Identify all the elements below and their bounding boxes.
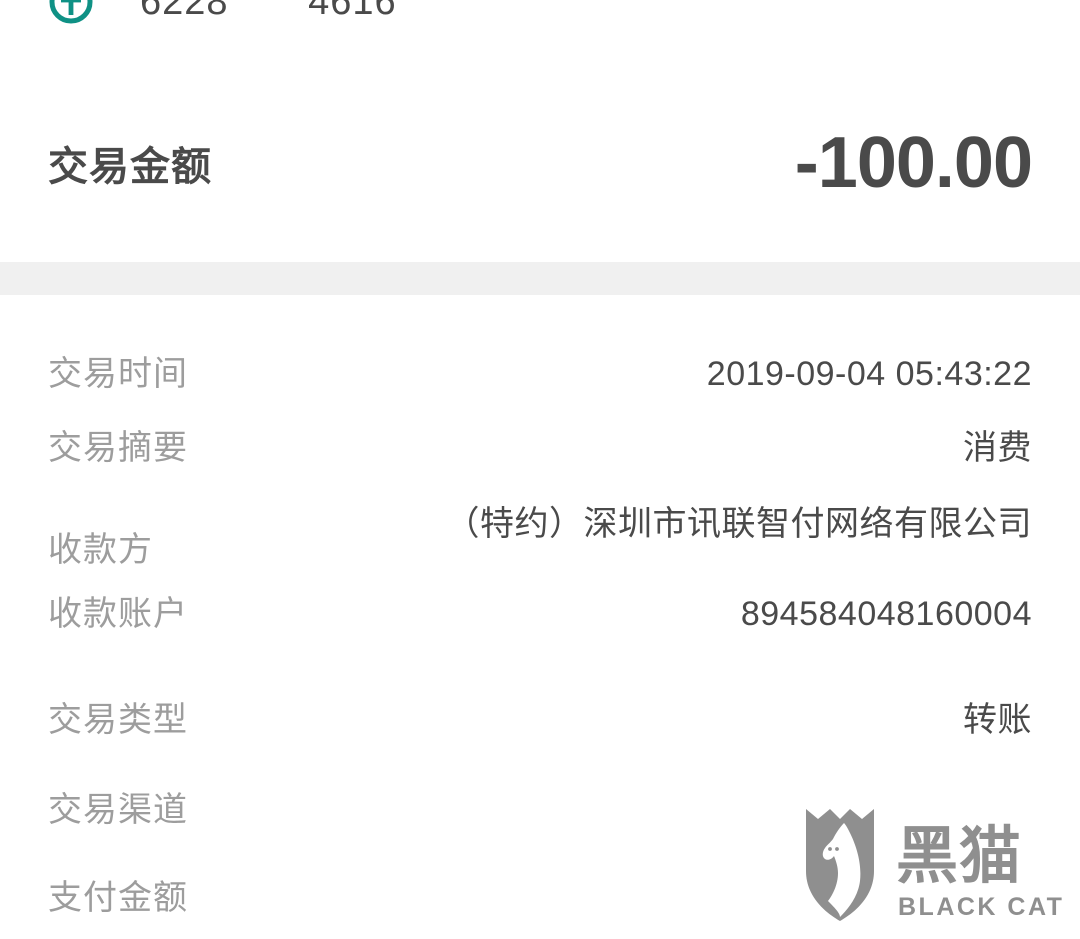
detail-row-transaction-summary: 交易摘要 消费 bbox=[48, 397, 1032, 487]
section-separator bbox=[0, 262, 1080, 295]
detail-value: 2019-09-04 05:43:22 bbox=[706, 355, 1032, 393]
detail-value: 消费 bbox=[963, 428, 1032, 467]
detail-value: 894584048160004 bbox=[740, 594, 1032, 633]
card-header: 6228 4616 bbox=[0, 0, 1080, 26]
detail-label: 收款方 bbox=[48, 530, 153, 569]
detail-row-payee: 收款方 （特约）深圳市讯联智付网络有限公司 bbox=[48, 487, 1032, 579]
transaction-amount-value: -100.00 bbox=[794, 123, 1033, 203]
detail-row-transaction-channel: 交易渠道 bbox=[48, 759, 1032, 849]
detail-label: 交易渠道 bbox=[48, 790, 188, 829]
detail-value: （特约）深圳市讯联智付网络有限公司 bbox=[445, 504, 1032, 543]
transaction-amount-block: 交易金额 -100.00 bbox=[0, 118, 1080, 208]
detail-label: 交易摘要 bbox=[48, 428, 188, 467]
bank-logo-icon bbox=[48, 0, 94, 25]
detail-label: 收款账户 bbox=[48, 594, 188, 633]
detail-label: 交易类型 bbox=[48, 700, 188, 739]
detail-row-cut-off: 支付金额 bbox=[48, 849, 1032, 939]
detail-row-payee-account: 收款账户 894584048160004 bbox=[48, 579, 1032, 669]
detail-row-transaction-time: 交易时间 2019-09-04 05:43:22 bbox=[48, 295, 1032, 397]
transaction-amount-label: 交易金额 bbox=[48, 145, 212, 189]
card-digits-group-2: 4616 bbox=[308, 0, 397, 23]
detail-value: 转账 bbox=[963, 700, 1032, 739]
detail-label: 交易时间 bbox=[48, 355, 188, 393]
card-digits-group-1: 6228 bbox=[140, 0, 229, 23]
card-number-digits: 6228 4616 bbox=[140, 0, 397, 24]
detail-label: 支付金额 bbox=[48, 878, 188, 917]
transaction-details-list: 交易时间 2019-09-04 05:43:22 交易摘要 消费 收款方 （特约… bbox=[0, 295, 1080, 939]
detail-row-transaction-type: 交易类型 转账 bbox=[48, 669, 1032, 759]
